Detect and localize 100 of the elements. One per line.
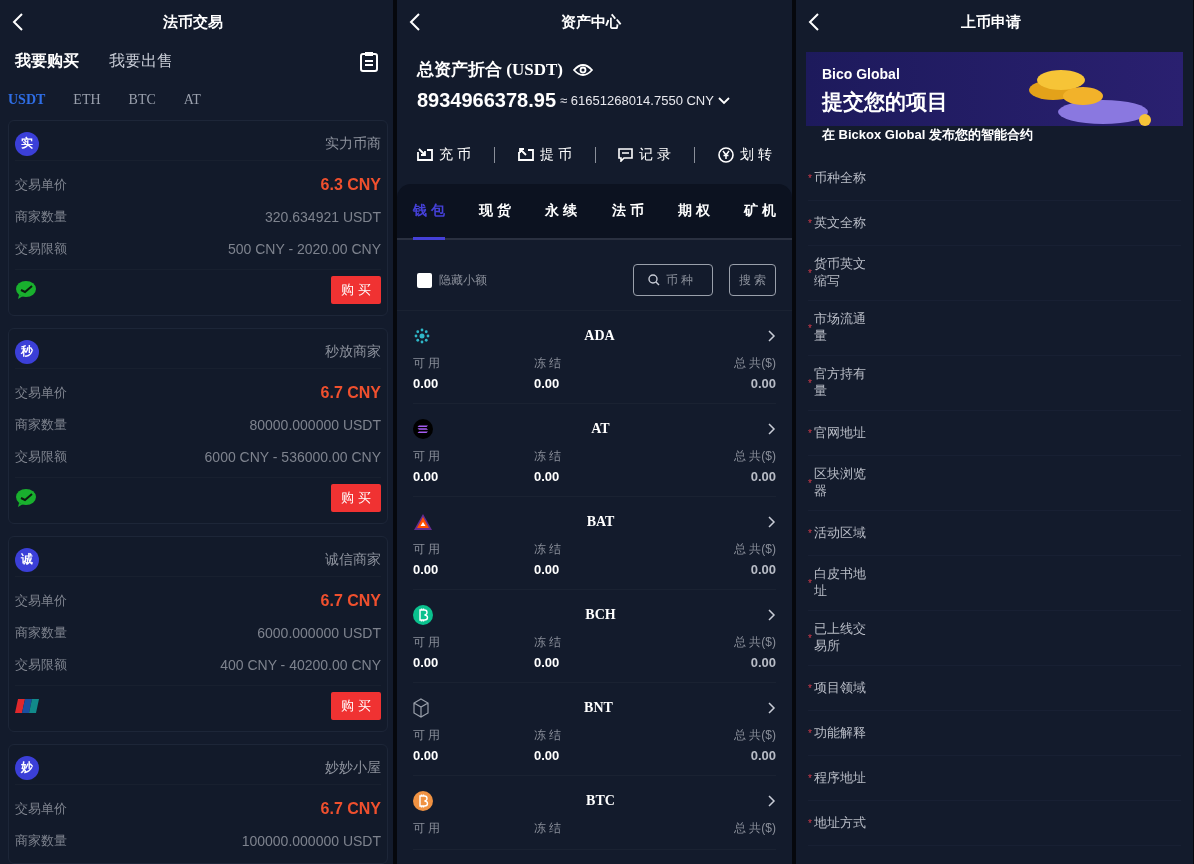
wallet-tab[interactable]: 现 货 bbox=[479, 184, 512, 240]
coin-tab[interactable]: BTC bbox=[128, 91, 156, 108]
chevron-right-icon bbox=[768, 795, 776, 807]
field-value: 320.634921 USDT bbox=[265, 209, 381, 225]
balance-label: 冻 结 bbox=[534, 541, 562, 558]
balance-label: 可 用 bbox=[413, 541, 441, 558]
total-label: 总资产折合 (USDT) bbox=[417, 59, 563, 81]
required-mark: * bbox=[808, 477, 812, 489]
field-label: 交易单价 bbox=[15, 800, 67, 818]
action-button[interactable]: 记 录 bbox=[618, 146, 672, 164]
asset-row[interactable]: BTC 可 用 冻 结 总 共($) bbox=[413, 776, 776, 850]
balance-value: 0.00 bbox=[413, 376, 439, 391]
chevron-right-icon bbox=[768, 609, 776, 621]
balance-value: 0.00 bbox=[750, 655, 776, 670]
required-mark: * bbox=[808, 632, 812, 644]
buy-button[interactable]: 购 买 bbox=[331, 275, 381, 304]
coin-name: AT bbox=[590, 421, 611, 437]
field-label: 交易限额 bbox=[15, 240, 67, 258]
checkbox-label: 隐藏小额 bbox=[439, 271, 487, 289]
field-value: 80000.000000 USDT bbox=[249, 417, 381, 433]
back-icon[interactable] bbox=[12, 12, 24, 32]
converted-amount: ≈ 61651268014.7550 CNY bbox=[560, 93, 714, 108]
balance-value: 0.00 bbox=[750, 376, 776, 391]
field-value: 500 CNY - 2020.00 CNY bbox=[227, 241, 381, 257]
form-field-label: 地址方式 bbox=[813, 814, 867, 832]
back-icon[interactable] bbox=[409, 12, 421, 32]
balance-label: 可 用 bbox=[413, 448, 441, 465]
asset-row[interactable]: AT 可 用 0.00 冻 结 0.00 总 共($) 0.00 bbox=[413, 404, 776, 497]
chat-bubble-icon bbox=[15, 487, 37, 508]
required-mark: * bbox=[808, 772, 812, 784]
back-icon[interactable] bbox=[808, 12, 820, 32]
coin-tab[interactable]: AT bbox=[183, 91, 201, 108]
clipboard-icon[interactable] bbox=[360, 51, 378, 72]
balance-label: 可 用 bbox=[413, 634, 441, 651]
field-label: 交易单价 bbox=[15, 592, 67, 610]
merchant-name: 妙妙小屋 bbox=[325, 758, 381, 777]
checkbox[interactable] bbox=[417, 272, 432, 288]
bitcoin-icon bbox=[413, 605, 433, 625]
balance-label: 总 共($) bbox=[734, 541, 776, 558]
balance-label: 总 共($) bbox=[734, 820, 776, 837]
balance-value: 0.00 bbox=[534, 469, 560, 484]
required-mark: * bbox=[808, 377, 812, 389]
field-value: 6000.000000 USDT bbox=[257, 625, 381, 641]
wallet-tab[interactable]: 矿 机 bbox=[744, 184, 776, 240]
form-field-label: 白皮书地址 bbox=[813, 566, 867, 600]
page-title: 法币交易 bbox=[161, 12, 224, 32]
field-label: 商家数量 bbox=[15, 208, 67, 226]
chevron-right-icon bbox=[768, 702, 776, 714]
cube-outline-icon bbox=[413, 698, 429, 718]
chevron-right-icon bbox=[768, 516, 776, 528]
required-mark: * bbox=[808, 577, 812, 589]
action-button[interactable]: 提 币 bbox=[517, 146, 572, 164]
action-button[interactable]: 划 转 bbox=[718, 146, 772, 164]
wallet-tab[interactable]: 期 权 bbox=[677, 184, 710, 240]
coin-tab[interactable]: USDT bbox=[8, 91, 46, 108]
required-mark: * bbox=[808, 322, 812, 334]
chevron-down-icon[interactable] bbox=[717, 96, 730, 105]
balance-value: 0.00 bbox=[413, 748, 439, 763]
balance-value: 0.00 bbox=[413, 469, 439, 484]
mode-tab[interactable]: 我要出售 bbox=[109, 51, 173, 73]
field-label: 商家数量 bbox=[15, 624, 67, 642]
arrow-out-tray-icon bbox=[517, 148, 534, 162]
coin-tab[interactable]: ETH bbox=[73, 91, 101, 108]
search-field[interactable]: 币 种 bbox=[633, 264, 713, 296]
wallet-tab[interactable]: 永 续 bbox=[545, 184, 578, 240]
form-field-label: 货币英文缩写 bbox=[813, 256, 867, 290]
form-field-label: 功能解释 bbox=[813, 724, 867, 742]
balance-label: 总 共($) bbox=[734, 355, 776, 372]
price-value: 6.7 CNY bbox=[320, 800, 381, 818]
form-field-label: 程序地址 bbox=[813, 769, 867, 787]
merchant-name: 秒放商家 bbox=[325, 342, 381, 361]
balance-label: 冻 结 bbox=[534, 820, 562, 837]
search-button[interactable]: 搜 索 bbox=[729, 264, 776, 296]
eye-icon[interactable] bbox=[572, 62, 593, 77]
wallet-tab[interactable]: 法 币 bbox=[611, 184, 644, 240]
form-field-label: 官方持有量 bbox=[813, 366, 867, 400]
search-input[interactable]: 币 种 bbox=[664, 272, 698, 288]
price-value: 6.7 CNY bbox=[320, 592, 381, 610]
bank-card-icon bbox=[15, 697, 39, 714]
form-field-label: 项目领域 bbox=[813, 679, 867, 697]
asset-row[interactable]: BAT 可 用 0.00 冻 结 0.00 总 共($) 0.00 bbox=[413, 497, 776, 590]
balance-label: 总 共($) bbox=[734, 634, 776, 651]
form-field-label: 活动区域 bbox=[813, 524, 867, 542]
balance-label: 冻 结 bbox=[534, 634, 562, 651]
asset-row[interactable]: BCH 可 用 0.00 冻 结 0.00 总 共($) 0.00 bbox=[413, 590, 776, 683]
brand-name: Bico Global bbox=[822, 66, 901, 82]
triangle-icon bbox=[413, 513, 433, 531]
balance-label: 冻 结 bbox=[534, 727, 562, 744]
buy-button[interactable]: 购 买 bbox=[331, 691, 381, 720]
buy-button[interactable]: 购 买 bbox=[331, 483, 381, 512]
form-field-label: 区块浏览器 bbox=[813, 466, 867, 500]
asset-row[interactable]: BNT 可 用 0.00 冻 结 0.00 总 共($) 0.00 bbox=[413, 683, 776, 776]
mode-tab[interactable]: 我要购买 bbox=[15, 51, 79, 73]
coin-name: BTC bbox=[585, 793, 616, 809]
asset-row[interactable]: ADA 可 用 0.00 冻 结 0.00 总 共($) 0.00 bbox=[413, 311, 776, 404]
coin-name: BNT bbox=[583, 700, 614, 716]
bitcoin-icon bbox=[413, 791, 433, 811]
required-mark: * bbox=[808, 682, 812, 694]
action-button[interactable]: 充 币 bbox=[417, 146, 471, 164]
field-label: 交易单价 bbox=[15, 384, 67, 402]
